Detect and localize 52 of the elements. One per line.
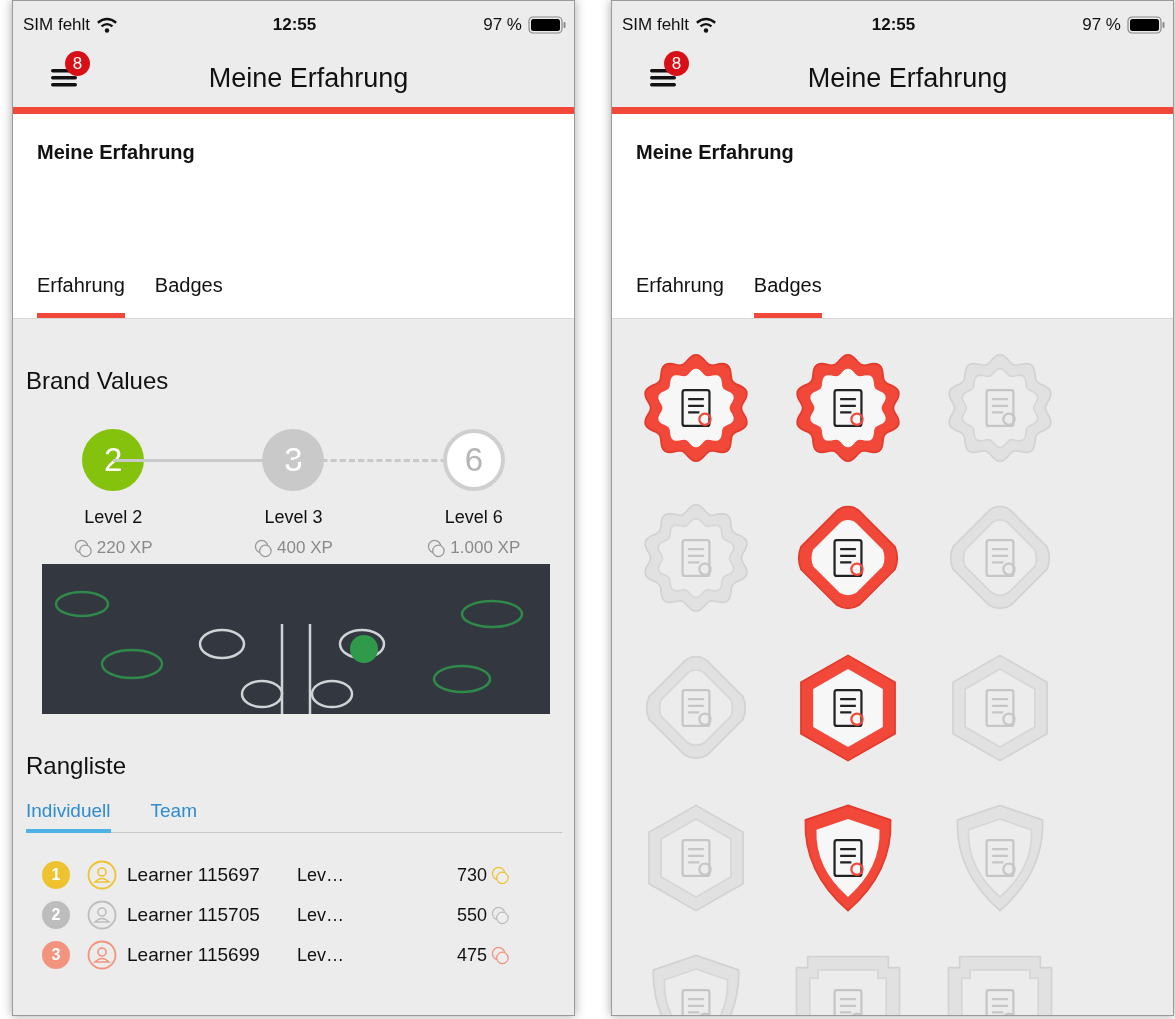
learner-name: Learner 115705 [127,904,261,926]
level-label: Level 2 [84,507,143,528]
xp-text: 220 XP [96,538,153,558]
coins-icon [491,905,510,925]
rank-badge: 2 [42,901,70,929]
menu-icon [650,67,676,89]
rank-badge: 1 [42,861,70,889]
rank-badge: 3 [42,941,70,969]
level-label: Level 3 [264,507,323,528]
header-title: Meine Erfahrung [806,62,1009,94]
xp-text: 400 XP [277,538,333,558]
avatar-icon [87,900,117,930]
learner-name: Learner 115699 [127,944,261,966]
wifi-icon [96,16,119,34]
learner-name: Learner 115697 [127,864,261,886]
learner-level: Lev… [297,864,346,886]
coins-icon [73,538,93,558]
tab[interactable]: Badges [753,274,822,318]
level-circle: 6 [442,429,505,491]
battery-text: 97 % [483,15,522,35]
coins-icon [491,865,510,885]
page-title: Meine Erfahrung [636,141,795,164]
menu-icon [51,67,77,89]
clock-text: 12:55 [272,15,317,35]
level-label: Level 6 [444,507,503,528]
notification-badge: 8 [65,51,90,76]
clock-text: 12:55 [871,15,916,35]
battery-icon [528,16,566,34]
learner-score: 730 [455,864,487,886]
avatar-icon [87,940,117,970]
tab[interactable]: Badges [154,274,223,318]
section-title: Brand Values [26,367,170,395]
learner-score: 550 [455,904,487,926]
learner-level: Lev… [297,944,346,966]
battery-icon [1127,16,1165,34]
header-title: Meine Erfahrung [207,62,410,94]
coins-icon [491,945,510,965]
carrier-text: SIM fehlt [622,15,690,35]
battery-text: 97 % [1082,15,1121,35]
tab[interactable]: Erfahrung [636,274,724,318]
section-title: Rangliste [26,752,128,780]
learner-score: 475 [455,944,487,966]
page-title: Meine Erfahrung [37,141,196,164]
learner-level: Lev… [297,904,346,926]
tab[interactable]: Erfahrung [37,274,125,318]
carrier-text: SIM fehlt [23,15,91,35]
avatar-icon [87,860,117,890]
coins-icon [254,538,274,558]
xp-text: 1.000 XP [450,538,521,558]
coins-icon [427,538,447,558]
notification-badge: 8 [664,51,689,76]
wifi-icon [695,16,718,34]
